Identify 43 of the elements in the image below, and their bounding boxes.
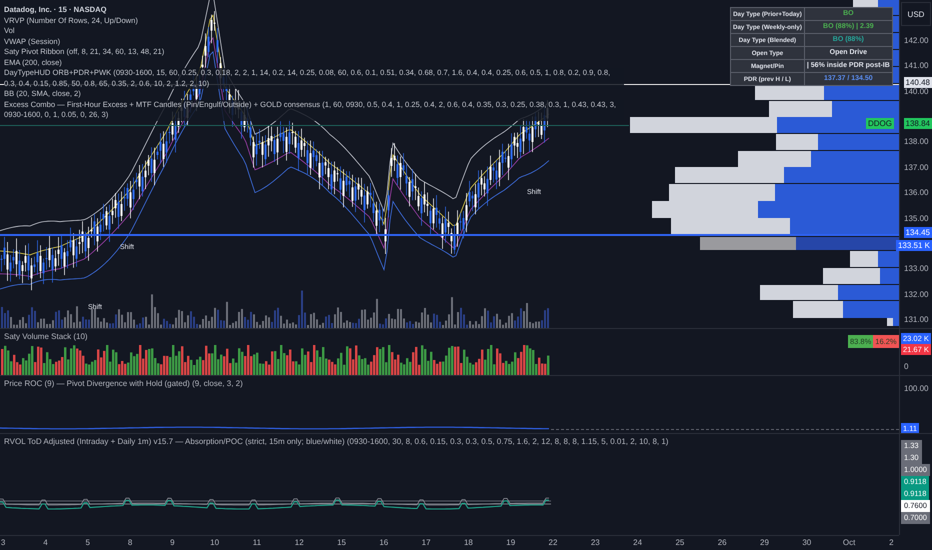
price-tick: 138.00	[904, 137, 928, 146]
time-tick: 8	[128, 537, 132, 549]
time-tick: 9	[170, 537, 175, 549]
time-tick: 3	[0, 537, 6, 549]
time-tick: Oct	[842, 537, 856, 549]
time-tick: 26	[718, 537, 727, 549]
axis-tick: 100.00	[904, 384, 928, 393]
pane-title[interactable]: RVOL ToD Adjusted (Intraday + Daily 1m) v15.7 — Absorption/POC (strict, 15m only; blue/white) (0930-1600, 30, 8, 0.6, 0.15, 0.3, 0.3, 0.5, 0.75, 1.6, 2, 12, 8, 8, 8, 1.15, 5, 0.01, 2, 10, 8, 1)	[4, 437, 668, 446]
time-tick: 30	[802, 537, 812, 549]
axis-tick: 0	[904, 362, 908, 371]
currency-label[interactable]: USD	[901, 2, 931, 26]
time-tick: 25	[675, 537, 684, 549]
price-tick: 142.00	[904, 36, 928, 45]
price-tick: 140.00	[904, 86, 928, 96]
time-tick: 19	[506, 537, 516, 549]
time-tick: 12	[294, 537, 304, 549]
time-tick: 11	[252, 537, 262, 549]
price-tick: 132.00	[904, 290, 928, 299]
time-tick: 5	[86, 537, 90, 549]
time-tick: 15	[337, 537, 346, 549]
symbol-badge: DDOG	[866, 118, 894, 129]
time-tick: 4	[43, 537, 48, 549]
time-tick: 17	[422, 537, 431, 549]
pane-title[interactable]: Price ROC (9) — Pivot Divergence with Hold (gated) (9, close, 3, 2)	[4, 379, 243, 388]
price-tick: 131.00	[904, 314, 928, 324]
time-tick: 29	[760, 537, 769, 549]
time-tick: 24	[633, 537, 642, 549]
price-tick: 141.00	[904, 61, 928, 70]
price-badge: 133.51 K	[896, 240, 932, 251]
time-tick: 16	[379, 537, 388, 549]
time-tick: 18	[464, 537, 473, 549]
price-tick: 136.00	[904, 188, 928, 198]
pane-title[interactable]: Saty Volume Stack (10)	[4, 332, 88, 341]
price-badge: 134.45	[904, 227, 932, 238]
time-tick: 23	[590, 537, 600, 549]
price-badge: 138.84	[904, 118, 932, 129]
price-tick: 137.00	[904, 162, 928, 172]
time-tick: 22	[548, 537, 558, 549]
time-tick: 2	[889, 537, 894, 549]
time-tick: 10	[210, 537, 220, 549]
price-tick: 133.00	[904, 264, 928, 274]
price-badge: 140.48	[904, 77, 932, 88]
price-tick: 135.00	[904, 214, 928, 223]
